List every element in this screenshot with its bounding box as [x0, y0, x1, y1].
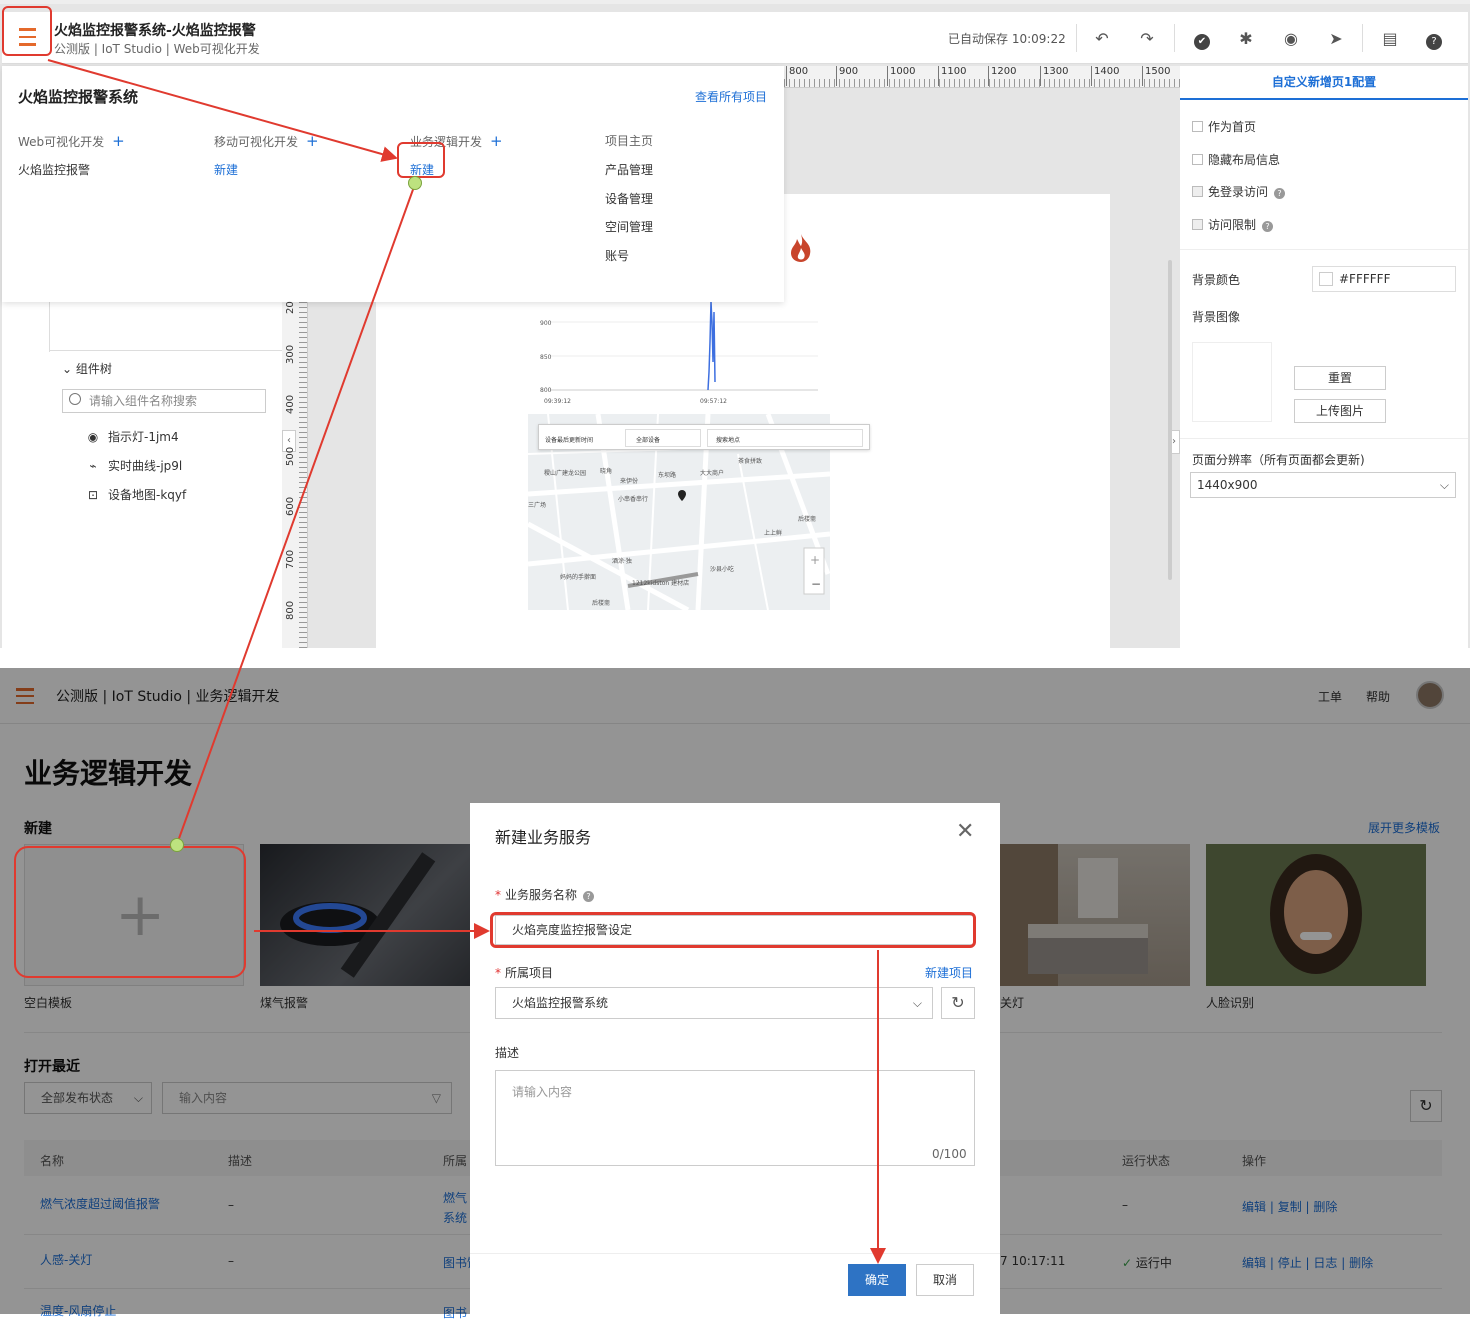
connector-dot	[408, 176, 422, 190]
connector-dot	[170, 838, 184, 852]
annotation-arrows	[47, 59, 886, 1264]
